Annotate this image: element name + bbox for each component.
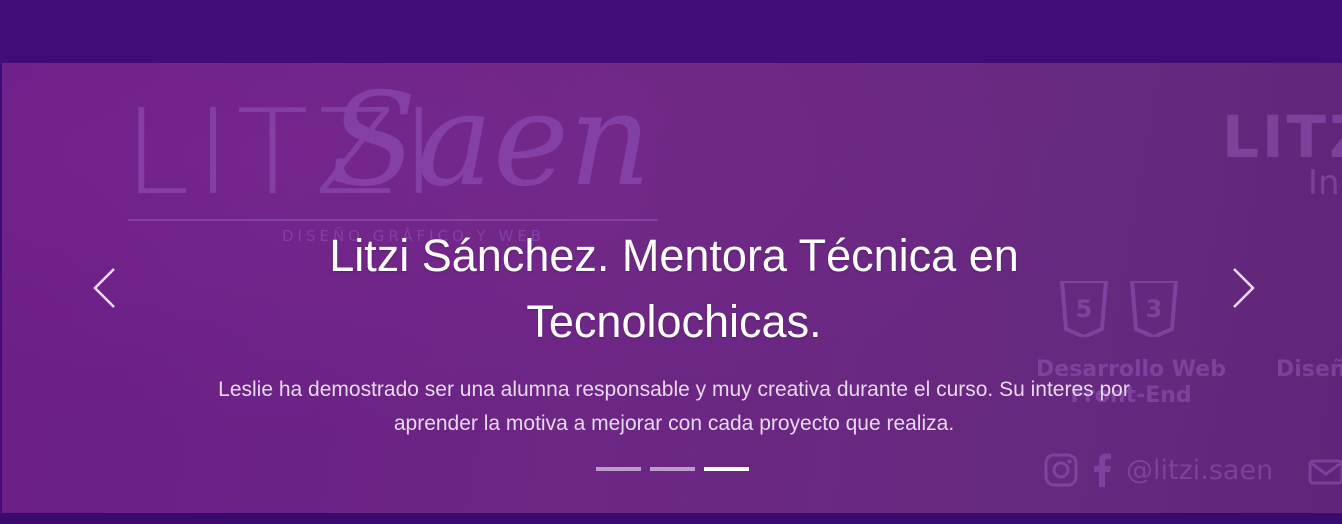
- mail-icon: [1308, 459, 1342, 485]
- slide-caption: Litzi Sánchez. Mentora Técnica en Tecnol…: [182, 223, 1166, 441]
- slide-title: Litzi Sánchez. Mentora Técnica en Tecnol…: [329, 230, 1019, 347]
- chevron-right-icon: [1233, 268, 1255, 308]
- logo-underline: [128, 219, 658, 221]
- carousel-indicators: [2, 467, 1342, 471]
- slide-description: Leslie ha demostrado ser una alumna resp…: [218, 378, 1130, 435]
- carousel-prev-button[interactable]: [74, 253, 134, 323]
- bottom-section-edge: [0, 513, 1342, 524]
- carousel-indicator-3[interactable]: [703, 467, 749, 471]
- top-navbar: [0, 0, 1342, 63]
- carousel-indicator-2[interactable]: [649, 467, 695, 471]
- testimonial-carousel: LITZI Saen DISEÑO GRÁFICO Y WEB LITZI In…: [2, 63, 1342, 513]
- card-title: LITZI: [1222, 103, 1342, 171]
- carousel-next-button[interactable]: [1214, 253, 1274, 323]
- card-design-label: Diseñ: [1276, 357, 1342, 382]
- card-subtitle: Ing: [1308, 163, 1342, 203]
- carousel-indicator-1[interactable]: [595, 467, 641, 471]
- logo-script-text: Saen: [329, 66, 652, 215]
- chevron-left-icon: [93, 268, 115, 308]
